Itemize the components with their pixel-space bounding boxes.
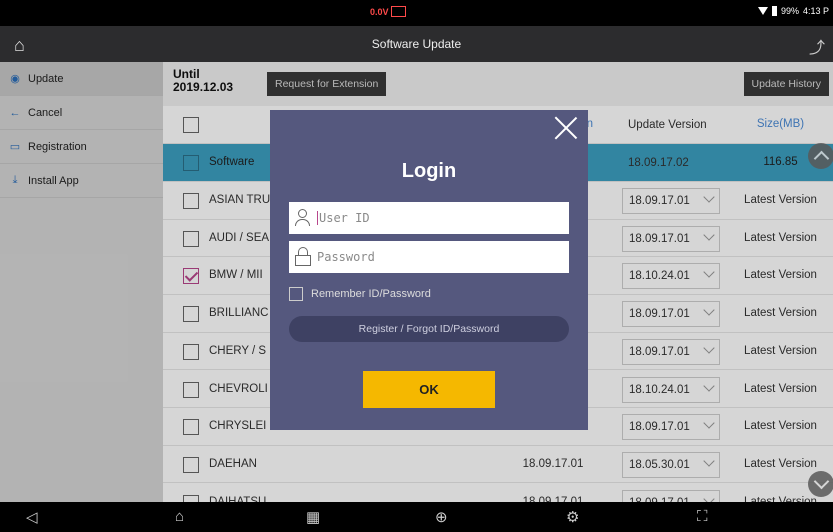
register-forgot-button[interactable]: Register / Forgot ID/Password (289, 316, 569, 342)
user-id-placeholder: User ID (319, 211, 370, 225)
clock: 4:13 P (802, 6, 829, 16)
voltage-readout: 0.0V (370, 7, 389, 17)
remember-label: Remember ID/Password (311, 288, 431, 300)
remember-toggle[interactable]: Remember ID/Password (289, 287, 431, 301)
status-right: 99% 4:13 P (757, 6, 829, 16)
screenshot-icon[interactable]: ⛶ (697, 508, 708, 525)
settings-icon[interactable]: ⚙ (566, 508, 579, 526)
export-icon[interactable]: ⤴ (809, 34, 825, 58)
car-battery-icon (391, 6, 406, 17)
text-cursor (317, 211, 318, 225)
lock-icon (289, 241, 317, 273)
password-field[interactable]: Password (289, 241, 569, 273)
wifi-icon (757, 7, 768, 15)
back-icon[interactable]: ◁ (26, 508, 38, 526)
user-id-field[interactable]: User ID (289, 202, 569, 234)
password-placeholder: Password (317, 250, 375, 264)
title-bar: ⌂ Software Update ⤴ (0, 26, 833, 62)
login-title: Login (401, 160, 457, 182)
close-icon[interactable] (554, 116, 578, 140)
battery-icon (771, 6, 777, 16)
navigation-bar: ◁ ⌂ ▦ ⊕ ⚙ ⛶ (0, 502, 833, 532)
user-icon (289, 202, 317, 234)
status-bar: 0.0V 99% 4:13 P (0, 0, 833, 26)
app-window: 0.0V 99% 4:13 P ⌂ Software Update ⤴ ◉ Up… (0, 0, 833, 532)
globe-icon[interactable]: ⊕ (435, 508, 448, 526)
apps-grid-icon[interactable]: ▦ (306, 508, 320, 526)
login-dialog: Login User ID Password Remember ID/Passw… (270, 110, 588, 430)
page-title: Software Update (371, 37, 462, 51)
home-icon[interactable]: ⌂ (175, 508, 184, 525)
battery-level: 99% (780, 6, 799, 16)
ok-button[interactable]: OK (363, 371, 495, 408)
remember-checkbox[interactable] (289, 287, 303, 301)
